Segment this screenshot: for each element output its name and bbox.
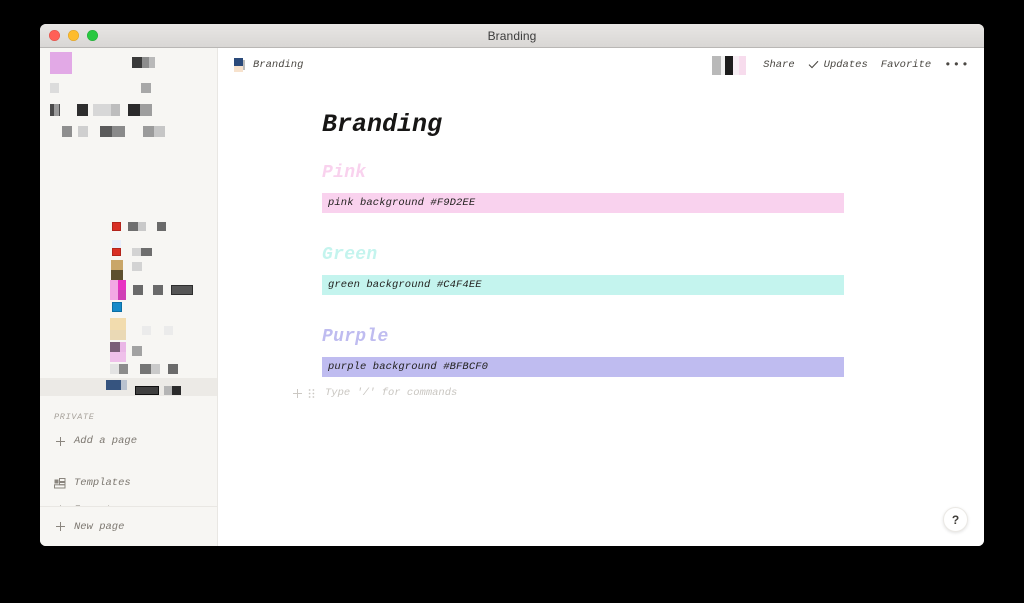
sidebar-item-add-a-page[interactable]: Add a page xyxy=(40,430,217,452)
page-icon xyxy=(234,58,245,72)
sidebar-page-row-selected[interactable] xyxy=(40,378,217,396)
heading-green[interactable]: Green xyxy=(322,245,844,265)
sidebar-page-row-redacted[interactable] xyxy=(40,280,217,300)
page-body: Branding Pink pink background #F9D2EE Gr… xyxy=(218,82,984,403)
templates-icon xyxy=(54,477,66,489)
private-section: PRIVATE Add a page Templates xyxy=(40,412,217,506)
updates-button[interactable]: Updates xyxy=(808,56,868,74)
empty-block-placeholder[interactable]: Type '/' for commands xyxy=(325,387,457,399)
drag-handle-icon[interactable] xyxy=(308,388,315,399)
sidebar-page-row-redacted[interactable] xyxy=(40,260,217,280)
sidebar-page-row-redacted[interactable] xyxy=(40,220,217,238)
sidebar-page-list[interactable]: PRIVATE Add a page Templates xyxy=(40,48,217,506)
sidebar: PRIVATE Add a page Templates New page xyxy=(40,48,218,546)
code-block-text: purple background #BFBCF0 xyxy=(328,361,489,373)
plus-icon xyxy=(54,435,66,447)
color-section-purple: Purple purple background #BFBCF0 xyxy=(322,327,844,377)
window-title: Branding xyxy=(487,28,537,43)
private-section-label: PRIVATE xyxy=(54,412,95,422)
code-block-pink[interactable]: pink background #F9D2EE xyxy=(322,193,844,213)
sidebar-footer: New page xyxy=(40,506,217,546)
heading-pink[interactable]: Pink xyxy=(322,163,844,183)
sidebar-item-label: Add a page xyxy=(74,435,138,447)
window-titlebar: Branding xyxy=(40,24,984,48)
breadcrumb[interactable]: Branding xyxy=(234,58,704,72)
sidebar-redacted-row[interactable] xyxy=(40,100,217,122)
sidebar-item-label: Templates xyxy=(74,477,131,489)
sidebar-redacted-row[interactable] xyxy=(40,122,217,144)
avatar[interactable] xyxy=(712,55,747,75)
code-block-text: pink background #F9D2EE xyxy=(328,197,476,209)
color-section-pink: Pink pink background #F9D2EE xyxy=(322,163,844,213)
heading-purple[interactable]: Purple xyxy=(322,327,844,347)
traffic-lights xyxy=(40,30,98,41)
sidebar-page-row-redacted[interactable] xyxy=(40,342,217,362)
maximize-button[interactable] xyxy=(87,30,98,41)
main-content: Branding Share Updates Favorite ••• Bran… xyxy=(218,48,984,546)
breadcrumb-label: Branding xyxy=(253,59,304,71)
content-topbar: Branding Share Updates Favorite ••• xyxy=(218,48,984,82)
new-page-label: New page xyxy=(74,520,125,533)
updates-label: Updates xyxy=(823,59,868,71)
sidebar-page-row-redacted[interactable] xyxy=(40,318,217,340)
import-icon xyxy=(54,504,66,506)
new-page-button[interactable]: New page xyxy=(40,516,134,538)
sidebar-item-import[interactable]: Import xyxy=(40,499,217,506)
share-button[interactable]: Share xyxy=(763,59,795,71)
window-body: PRIVATE Add a page Templates New page Br… xyxy=(40,48,984,546)
page-title[interactable]: Branding xyxy=(322,110,844,139)
sidebar-item-label: Import xyxy=(74,504,112,506)
add-block-icon[interactable] xyxy=(292,388,303,399)
topbar-actions: Share Updates Favorite ••• xyxy=(712,55,970,75)
workspace-switcher-redacted[interactable] xyxy=(40,48,217,78)
sidebar-page-row-redacted[interactable] xyxy=(40,302,217,316)
favorite-button[interactable]: Favorite xyxy=(881,59,931,71)
sidebar-item-templates[interactable]: Templates xyxy=(40,472,217,494)
app-window: Branding PRIVATE Add a page Templates Ne… xyxy=(40,24,984,546)
sidebar-page-row-redacted[interactable] xyxy=(40,240,217,258)
plus-icon xyxy=(54,521,66,533)
check-icon xyxy=(808,56,819,74)
help-button[interactable]: ? xyxy=(943,507,968,532)
close-button[interactable] xyxy=(49,30,60,41)
sidebar-page-row-redacted[interactable] xyxy=(40,363,217,379)
more-options-button[interactable]: ••• xyxy=(944,59,970,71)
minimize-button[interactable] xyxy=(68,30,79,41)
code-block-green[interactable]: green background #C4F4EE xyxy=(322,275,844,295)
code-block-purple[interactable]: purple background #BFBCF0 xyxy=(322,357,844,377)
sidebar-redacted-row[interactable] xyxy=(40,78,217,100)
empty-block-row[interactable]: Type '/' for commands xyxy=(292,383,984,403)
color-section-green: Green green background #C4F4EE xyxy=(322,245,844,295)
code-block-text: green background #C4F4EE xyxy=(328,279,482,291)
